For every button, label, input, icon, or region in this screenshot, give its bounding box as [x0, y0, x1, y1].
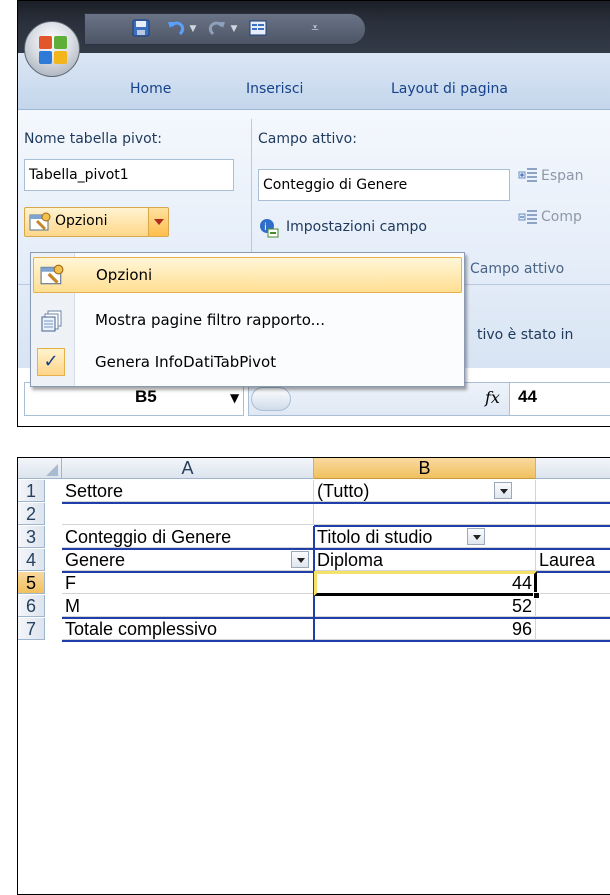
collapse-field-icon	[518, 208, 538, 230]
pivot-options-icon	[29, 212, 51, 236]
cell-c1[interactable]	[536, 480, 610, 502]
menu-item-mostra-pagine-filtro[interactable]: Mostra pagine filtro rapporto...	[33, 303, 462, 339]
menu-item-label: Mostra pagine filtro rapporto...	[95, 311, 325, 329]
cell-a3[interactable]: Conteggio di Genere	[62, 526, 314, 548]
pivot-border	[314, 525, 610, 527]
cell-a1[interactable]: Settore	[62, 480, 314, 502]
filter-dropdown-icon[interactable]	[494, 482, 512, 499]
row-header-6[interactable]: 6	[18, 595, 45, 617]
ribbon-tab-bar	[18, 53, 610, 110]
customize-qat-icon[interactable]: ⩡	[305, 18, 325, 40]
formula-bar-resize-icon[interactable]	[251, 387, 291, 411]
cell-a5[interactable]: F	[62, 572, 314, 594]
row-field-dropdown-icon[interactable]	[291, 551, 309, 568]
excel-worksheet-screenshot: A B 1 2 3 4 5 6 7 Settore (Tutto) Conteg…	[17, 457, 610, 895]
pivot-name-input[interactable]: Tabella_pivot1	[24, 159, 234, 191]
cell-a2[interactable]	[62, 503, 314, 525]
pivot-options-icon	[40, 264, 64, 290]
column-field-dropdown-icon[interactable]	[467, 528, 485, 545]
row-header-4[interactable]: 4	[18, 549, 45, 571]
row-header-7[interactable]: 7	[18, 618, 45, 640]
office-button[interactable]	[24, 21, 80, 77]
menu-item-genera-infodati[interactable]: ✓ Genera InfoDatiTabPivot	[33, 345, 462, 381]
active-field-label: Campo attivo:	[258, 131, 357, 147]
cell-b6[interactable]: 52	[314, 595, 536, 617]
field-settings-button[interactable]: Impostazioni campo	[286, 219, 427, 235]
cell-b3[interactable]: Titolo di studio	[314, 526, 536, 548]
title-bar: ▼ ▼ ⩡	[18, 1, 610, 53]
group-separator	[251, 119, 252, 274]
tab-layout-di-pagina[interactable]: Layout di pagina	[391, 81, 508, 97]
office-logo-icon	[39, 36, 67, 64]
column-header-b[interactable]: B	[314, 458, 536, 479]
checkmark-icon: ✓	[37, 348, 65, 376]
report-pages-icon	[41, 310, 63, 336]
field-settings-icon: i	[258, 217, 280, 243]
cell-c7[interactable]	[536, 618, 610, 640]
opzioni-label: Opzioni	[55, 213, 108, 229]
tab-home[interactable]: Home	[130, 81, 171, 97]
undo-icon[interactable]	[165, 18, 187, 40]
expand-field-button[interactable]: Espan	[541, 168, 583, 184]
opzioni-button[interactable]: Opzioni	[24, 207, 169, 237]
expand-field-icon	[518, 166, 538, 188]
opzioni-dropdown-menu: Opzioni Mostra pagine filtro rapporto...…	[30, 252, 465, 387]
form-icon[interactable]	[247, 18, 269, 40]
cell-a6[interactable]: M	[62, 595, 314, 617]
cell-c5[interactable]	[536, 572, 610, 594]
row-header-1[interactable]: 1	[18, 480, 45, 502]
menu-item-label: Genera InfoDatiTabPivot	[95, 353, 277, 371]
truncated-info-message: tivo è stato in	[477, 327, 574, 343]
select-all-corner[interactable]	[18, 458, 62, 479]
pivot-border	[62, 640, 610, 642]
menu-item-opzioni[interactable]: Opzioni	[33, 257, 462, 293]
fill-handle[interactable]	[533, 592, 540, 599]
save-icon[interactable]	[129, 18, 153, 40]
cell-a7[interactable]: Totale complessivo	[62, 618, 314, 640]
column-header-c[interactable]	[536, 458, 610, 479]
cell-c3[interactable]	[536, 526, 610, 548]
tab-inserisci[interactable]: Inserisci	[246, 81, 303, 97]
active-cell-selection	[314, 571, 537, 596]
quick-access-toolbar: ▼ ▼ ⩡	[84, 13, 366, 45]
name-box[interactable]: B5 ▼	[24, 382, 244, 416]
pivot-name-label: Nome tabella pivot:	[24, 131, 162, 147]
formula-area: fx 44	[248, 382, 610, 416]
svg-text:i: i	[264, 222, 267, 233]
collapse-field-button[interactable]: Comp	[541, 209, 582, 225]
cell-b2[interactable]	[314, 503, 536, 525]
insert-function-icon[interactable]: fx	[485, 388, 500, 407]
row-header-3[interactable]: 3	[18, 526, 45, 548]
active-field-group-caption: Campo attivo	[470, 261, 565, 277]
pivot-border	[62, 502, 610, 504]
pivot-border	[62, 617, 610, 619]
redo-icon[interactable]	[206, 18, 228, 40]
formula-input[interactable]: 44	[509, 383, 610, 415]
redo-dropdown-icon[interactable]: ▼	[229, 18, 239, 40]
cell-c2[interactable]	[536, 503, 610, 525]
name-box-value: B5	[135, 387, 157, 406]
cell-a4[interactable]: Genere	[62, 549, 314, 571]
cell-c6[interactable]	[536, 595, 610, 617]
active-field-input[interactable]: Conteggio di Genere	[258, 169, 510, 201]
cell-c4[interactable]: Laurea	[536, 549, 610, 571]
name-box-dropdown-icon[interactable]: ▼	[230, 391, 239, 405]
undo-dropdown-icon[interactable]: ▼	[188, 18, 198, 40]
cell-b7[interactable]: 96	[314, 618, 536, 640]
menu-item-label: Opzioni	[96, 266, 153, 284]
pivot-border	[62, 548, 610, 550]
column-header-a[interactable]: A	[62, 458, 314, 479]
formula-value: 44	[518, 387, 537, 406]
cell-b4[interactable]: Diploma	[314, 549, 536, 571]
row-header-5[interactable]: 5	[18, 572, 45, 594]
opzioni-dropdown-arrow-icon[interactable]	[148, 208, 168, 236]
row-header-2[interactable]: 2	[18, 503, 45, 525]
